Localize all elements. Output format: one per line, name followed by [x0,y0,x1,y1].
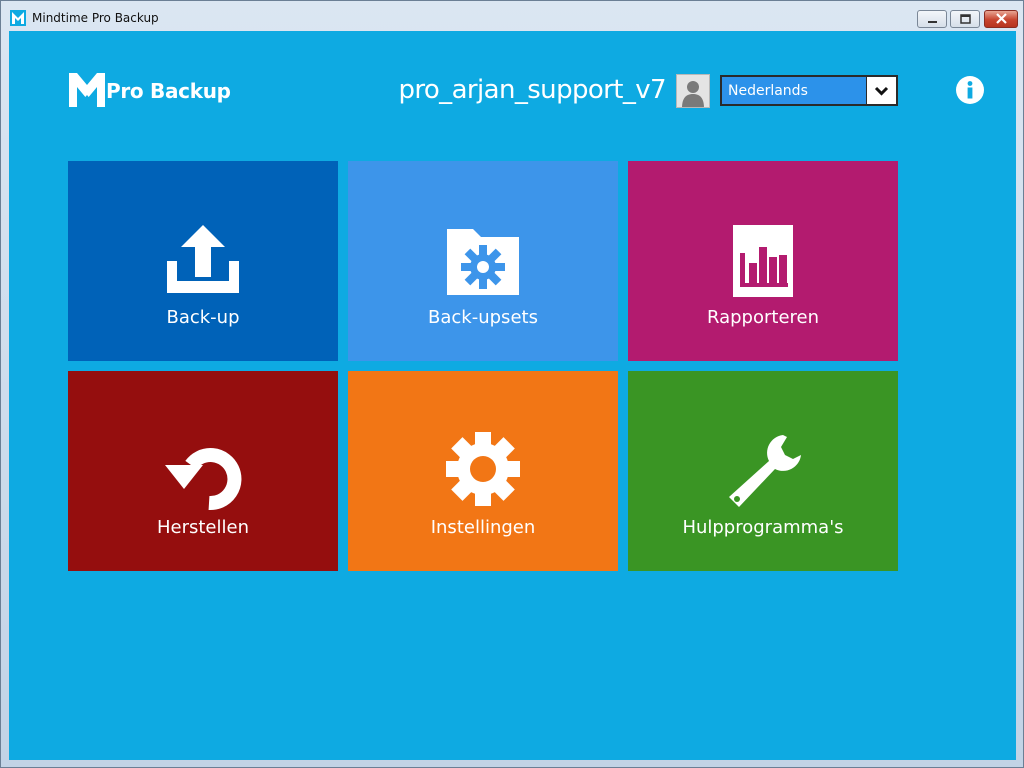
tile-reports-label: Rapporteren [706,307,820,328]
user-avatar-icon[interactable] [676,74,710,108]
tile-utilities-label: Hulpprogramma's [682,517,844,538]
minimize-button[interactable] [917,10,947,28]
maximize-button[interactable] [950,10,980,28]
minimize-icon [928,21,937,23]
tile-utilities[interactable]: Hulpprogramma's [628,371,898,571]
window-title: Mindtime Pro Backup [32,11,159,25]
tile-settings[interactable]: Instellingen [348,371,618,571]
tile-restore-label: Herstellen [156,517,249,538]
application-window: Mindtime Pro Backup Pro Backup pro_arjan… [0,0,1024,768]
wrench-icon [729,435,801,507]
folder-gear-icon [447,229,519,295]
user-silhouette-icon [682,81,704,107]
language-selected-value: Nederlands [728,83,808,99]
tile-backupsets-label: Back-upsets [428,307,538,328]
username-label: pro_arjan_support_v7 [398,75,666,105]
bar-chart-icon [733,225,793,297]
tile-backup[interactable]: Back-up [68,161,338,361]
info-icon[interactable] [955,75,985,105]
tile-reports[interactable]: Rapporteren [628,161,898,361]
language-dropdown-button[interactable] [866,77,896,104]
language-select[interactable]: Nederlands [720,75,898,106]
tile-backup-label: Back-up [166,307,240,328]
maximize-icon [960,14,971,24]
title-bar[interactable]: Mindtime Pro Backup [1,1,1023,31]
app-logo-icon [10,10,26,26]
restore-arrow-icon [165,448,242,511]
tile-restore[interactable]: Herstellen [68,371,338,571]
tile-settings-label: Instellingen [430,517,536,538]
mindtime-logo-icon [69,73,105,107]
logo-text: Pro Backup [106,79,231,103]
tile-backupsets[interactable]: Back-upsets [348,161,618,361]
chevron-down-icon [874,86,889,96]
close-button[interactable] [984,10,1018,28]
close-icon [996,13,1007,24]
gear-icon [446,432,520,506]
main-panel: Pro Backup pro_arjan_support_v7 Nederlan… [9,31,1016,760]
upload-icon [167,225,239,293]
